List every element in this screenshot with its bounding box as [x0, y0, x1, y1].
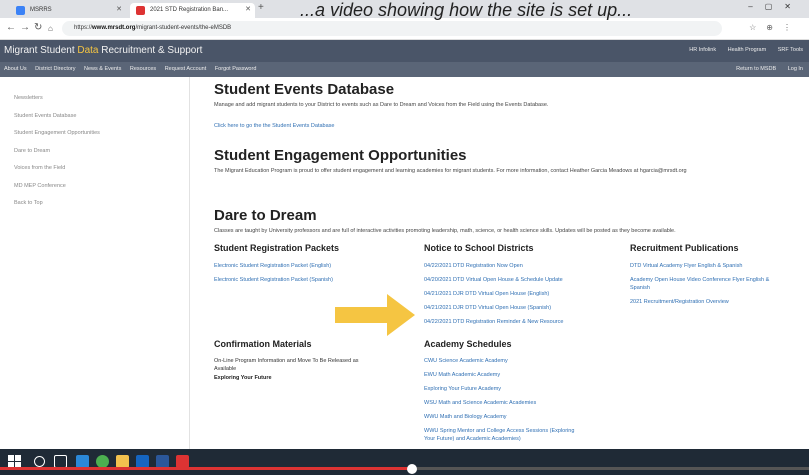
header-links: HR Infolink Health Program SRF Tools: [679, 47, 803, 53]
confirmation-text: On-Line Program Information and Move To …: [214, 358, 359, 364]
schedule-link[interactable]: EWU Math Academic Academy: [424, 372, 500, 378]
nav-news-events[interactable]: News & Events: [84, 66, 121, 72]
events-database-link[interactable]: Click here to go the the Student Events …: [214, 123, 334, 129]
browser-tab-msrrs[interactable]: MSRRS ✕: [10, 3, 126, 18]
close-tab-icon[interactable]: ✕: [245, 5, 251, 13]
engagement-description: The Migrant Education Program is proud t…: [214, 168, 687, 174]
browser-tab-bar: MSRRS ✕ 2021 STD Registration Ban... ✕ +…: [0, 0, 809, 18]
tab-label: 2021 STD Registration Ban...: [150, 7, 229, 13]
close-tab-icon[interactable]: ✕: [116, 5, 122, 13]
sidebar-item-engagement[interactable]: Student Engagement Opportunities: [14, 130, 100, 136]
sidebar-item-events-database[interactable]: Student Events Database: [14, 113, 76, 119]
site-title[interactable]: Migrant Student Data Recruitment & Suppo…: [4, 45, 202, 56]
yellow-arrow-icon: [335, 294, 415, 336]
new-tab-icon[interactable]: +: [258, 2, 264, 13]
dare-title: Dare to Dream: [214, 207, 317, 224]
taskbar: [0, 449, 809, 475]
site-title-part: Recruitment & Support: [98, 45, 203, 56]
back-icon[interactable]: ←: [6, 22, 16, 33]
url-host: www.mrsdt.org: [92, 25, 136, 31]
video-scrubber-handle[interactable]: [407, 464, 417, 474]
events-title: Student Events Database: [214, 81, 395, 98]
recruitment-link[interactable]: 2021 Recruitment/Registration Overview: [630, 299, 729, 305]
sidebar-item-back-to-top[interactable]: Back to Top: [14, 200, 43, 206]
site-title-part: Migrant Student: [4, 45, 78, 56]
site-header: Migrant Student Data Recruitment & Suppo…: [0, 40, 809, 62]
site-nav: About Us District Directory News & Event…: [0, 62, 809, 77]
engagement-title: Student Engagement Opportunities: [214, 147, 467, 164]
nav-district-directory[interactable]: District Directory: [35, 66, 75, 72]
header-link[interactable]: Health Program: [728, 47, 767, 53]
notice-link-highlighted[interactable]: 04/21/2021 DJR DTD Virtual Open House (S…: [424, 305, 551, 311]
nav-left: About Us District Directory News & Event…: [4, 66, 263, 72]
notice-link[interactable]: 04/20/2021 DTD Virtual Open House & Sche…: [424, 277, 563, 283]
nav-about-us[interactable]: About Us: [4, 66, 27, 72]
youtube-favicon-icon: [136, 6, 145, 15]
header-link[interactable]: HR Infolink: [689, 47, 716, 53]
reload-icon[interactable]: ↻: [34, 22, 42, 33]
address-bar: ← → ↻ ⌂ https://www.mrsdt.org/migrant-st…: [0, 18, 809, 40]
recruitment-link[interactable]: Academy Open House Video Conference Flye…: [630, 277, 769, 283]
url-path: /migrant-student-events/the-eMSDB: [135, 25, 232, 31]
packet-link-spanish[interactable]: Electronic Student Registration Packet (…: [214, 277, 333, 283]
sidebar-item-voices[interactable]: Voices from the Field: [14, 165, 65, 171]
schedule-link[interactable]: Exploring Your Future Academy: [424, 386, 501, 392]
nav-request-account[interactable]: Request Account: [165, 66, 207, 72]
notice-heading: Notice to School Districts: [424, 243, 534, 253]
schedule-link[interactable]: WWU Spring Mentor and College Access Ses…: [424, 428, 574, 434]
notice-link[interactable]: 04/21/2021 DJR DTD Virtual Open House (E…: [424, 291, 549, 297]
schedule-link-cont[interactable]: Your Future) and Academic Academies): [424, 436, 521, 442]
confirmation-heading: Confirmation Materials: [214, 339, 312, 349]
browser-tab-registration[interactable]: 2021 STD Registration Ban... ✕: [130, 3, 255, 18]
schedule-link[interactable]: WSU Math and Science Academic Academies: [424, 400, 536, 406]
url-input[interactable]: https://www.mrsdt.org/migrant-student-ev…: [62, 21, 722, 36]
url-prefix: https://: [74, 25, 93, 31]
nav-log-in[interactable]: Log In: [788, 66, 803, 72]
nav-forgot-password[interactable]: Forgot Password: [215, 66, 257, 72]
window-controls[interactable]: –▢✕: [748, 2, 803, 11]
tab-label: MSRRS: [30, 7, 52, 13]
video-progress-fill: [0, 467, 412, 470]
packets-heading: Student Registration Packets: [214, 243, 340, 253]
events-description: Manage and add migrant students to your …: [214, 102, 549, 108]
screen: MSRRS ✕ 2021 STD Registration Ban... ✕ +…: [0, 0, 809, 475]
nav-resources[interactable]: Resources: [130, 66, 156, 72]
schedule-link[interactable]: WWU Math and Biology Academy: [424, 414, 507, 420]
recruitment-link[interactable]: DTD Virtual Academy Flyer English & Span…: [630, 263, 742, 269]
sidebar: Newsletters Student Events Database Stud…: [0, 77, 190, 449]
video-progress-bar[interactable]: [0, 467, 809, 470]
nav-right: Return to MSDB Log In: [726, 66, 803, 72]
confirmation-bold: Exploring Your Future: [214, 375, 272, 381]
sidebar-item-newsletters[interactable]: Newsletters: [14, 95, 43, 101]
notice-link[interactable]: 04/22/2021 DTD Registration Now Open: [424, 263, 523, 269]
search-icon[interactable]: [34, 456, 45, 467]
forward-icon[interactable]: →: [20, 22, 30, 33]
nav-return-msdb[interactable]: Return to MSDB: [736, 66, 776, 72]
sidebar-item-conference[interactable]: MD MEP Conference: [14, 183, 66, 189]
main-content: Student Events Database Manage and add m…: [190, 77, 809, 449]
notice-link[interactable]: 04/22/2021 DTD Registration Reminder & N…: [424, 319, 563, 325]
site-favicon-icon: [16, 6, 25, 15]
browser-extension-icons[interactable]: ☆⊕⋮: [749, 23, 801, 32]
site-title-accent: Data: [77, 45, 99, 56]
recruitment-link-cont[interactable]: Spanish: [630, 285, 650, 291]
schedules-heading: Academy Schedules: [424, 339, 512, 349]
sidebar-item-dare-to-dream[interactable]: Dare to Dream: [14, 148, 50, 154]
dare-description: Classes are taught by University profess…: [214, 228, 676, 234]
packet-link-english[interactable]: Electronic Student Registration Packet (…: [214, 263, 331, 269]
header-link[interactable]: SRF Tools: [778, 47, 803, 53]
confirmation-text: Available: [214, 366, 237, 372]
recruitment-heading: Recruitment Publications: [630, 243, 739, 253]
home-icon[interactable]: ⌂: [48, 24, 53, 33]
schedule-link[interactable]: CWU Science Academic Academy: [424, 358, 508, 364]
